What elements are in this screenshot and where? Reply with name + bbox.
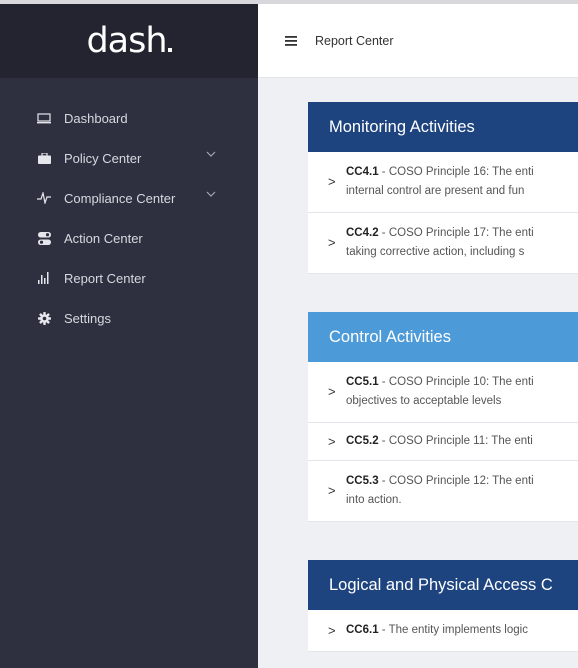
criteria-item[interactable]: > CC4.2 - COSO Principle 17: The enti ta… bbox=[308, 213, 578, 274]
main-panel: Report Center Monitoring Activities > CC… bbox=[258, 0, 578, 668]
criteria-text: - COSO Principle 16: The enti bbox=[378, 166, 534, 178]
dash-logo[interactable]: dash bbox=[86, 20, 172, 61]
briefcase-icon bbox=[34, 152, 54, 164]
chevron-right-icon[interactable]: > bbox=[328, 382, 336, 401]
pulse-icon bbox=[34, 192, 54, 204]
gear-icon bbox=[34, 311, 54, 325]
bar-chart-icon bbox=[34, 272, 54, 284]
sidebar-nav: Dashboard Policy Center Compliance Cente… bbox=[0, 78, 258, 338]
criteria-code: CC5.1 bbox=[346, 376, 379, 388]
hamburger-icon[interactable] bbox=[285, 31, 297, 51]
monitor-icon bbox=[34, 112, 54, 124]
section-control-activities: Control Activities > CC5.1 - COSO Princi… bbox=[308, 312, 578, 522]
report-content: Monitoring Activities > CC4.1 - COSO Pri… bbox=[308, 102, 578, 668]
section-monitoring-activities: Monitoring Activities > CC4.1 - COSO Pri… bbox=[308, 102, 578, 274]
criteria-code: CC4.1 bbox=[346, 166, 379, 178]
criteria-line-2: internal control are present and fun bbox=[346, 185, 525, 197]
sidebar-item-label: Policy Center bbox=[64, 150, 142, 166]
criteria-item[interactable]: > CC5.1 - COSO Principle 10: The enti ob… bbox=[308, 362, 578, 423]
sidebar-item-action-center[interactable]: Action Center bbox=[0, 218, 258, 258]
section-header[interactable]: Control Activities bbox=[308, 312, 578, 362]
criteria-line-2: taking corrective action, including s bbox=[346, 246, 525, 258]
sidebar: dash Dashboard Policy Center Compliance … bbox=[0, 0, 258, 668]
sidebar-item-compliance-center[interactable]: Compliance Center bbox=[0, 178, 258, 218]
criteria-line-1: CC4.1 - COSO Principle 16: The enti bbox=[346, 163, 578, 182]
section-header[interactable]: Monitoring Activities bbox=[308, 102, 578, 152]
criteria-item[interactable]: > CC6.1 - The entity implements logic bbox=[308, 610, 578, 652]
criteria-line-1: CC5.2 - COSO Principle 11: The enti bbox=[346, 432, 578, 451]
criteria-text: - The entity implements logic bbox=[378, 624, 528, 636]
criteria-line-1: CC5.1 - COSO Principle 10: The enti bbox=[346, 373, 578, 392]
criteria-line-2: into action. bbox=[346, 494, 402, 506]
sidebar-item-label: Report Center bbox=[64, 270, 146, 286]
criteria-line-1: CC6.1 - The entity implements logic bbox=[346, 621, 578, 640]
toggle-icon bbox=[34, 231, 54, 245]
criteria-text: - COSO Principle 11: The enti bbox=[378, 435, 533, 447]
chevron-right-icon[interactable]: > bbox=[328, 233, 336, 252]
logo-dot bbox=[167, 47, 172, 52]
chevron-down-icon[interactable] bbox=[206, 149, 216, 161]
criteria-item[interactable]: > CC5.2 - COSO Principle 11: The enti bbox=[308, 423, 578, 461]
sidebar-item-settings[interactable]: Settings bbox=[0, 298, 258, 338]
criteria-line-2: objectives to acceptable levels bbox=[346, 395, 502, 407]
chevron-right-icon[interactable]: > bbox=[328, 432, 336, 451]
page-title: Report Center bbox=[315, 33, 394, 48]
chevron-right-icon[interactable]: > bbox=[328, 172, 336, 191]
top-bar: Report Center bbox=[258, 4, 578, 78]
sidebar-item-label: Compliance Center bbox=[64, 190, 176, 206]
criteria-line-1: CC5.3 - COSO Principle 12: The enti bbox=[346, 472, 578, 491]
sidebar-item-policy-center[interactable]: Policy Center bbox=[0, 138, 258, 178]
logo-bar: dash bbox=[0, 4, 258, 78]
logo-text: dash bbox=[86, 20, 167, 61]
criteria-code: CC6.1 bbox=[346, 624, 379, 636]
sidebar-item-label: Action Center bbox=[64, 230, 143, 246]
criteria-text: - COSO Principle 12: The enti bbox=[378, 475, 534, 487]
criteria-line-1: CC4.2 - COSO Principle 17: The enti bbox=[346, 224, 578, 243]
criteria-code: CC4.2 bbox=[346, 227, 379, 239]
sidebar-item-label: Settings bbox=[64, 310, 111, 326]
sidebar-item-dashboard[interactable]: Dashboard bbox=[0, 98, 258, 138]
sidebar-item-report-center[interactable]: Report Center bbox=[0, 258, 258, 298]
criteria-code: CC5.3 bbox=[346, 475, 379, 487]
criteria-text: - COSO Principle 17: The enti bbox=[378, 227, 534, 239]
section-header[interactable]: Logical and Physical Access C bbox=[308, 560, 578, 610]
chevron-right-icon[interactable]: > bbox=[328, 481, 336, 500]
criteria-item[interactable]: > CC5.3 - COSO Principle 12: The enti in… bbox=[308, 461, 578, 522]
criteria-code: CC5.2 bbox=[346, 435, 379, 447]
section-logical-physical-access: Logical and Physical Access C > CC6.1 - … bbox=[308, 560, 578, 652]
criteria-item[interactable]: > CC4.1 - COSO Principle 16: The enti in… bbox=[308, 152, 578, 213]
sidebar-item-label: Dashboard bbox=[64, 110, 128, 126]
criteria-text: - COSO Principle 10: The enti bbox=[378, 376, 534, 388]
chevron-down-icon[interactable] bbox=[206, 189, 216, 201]
chevron-right-icon[interactable]: > bbox=[328, 621, 336, 640]
